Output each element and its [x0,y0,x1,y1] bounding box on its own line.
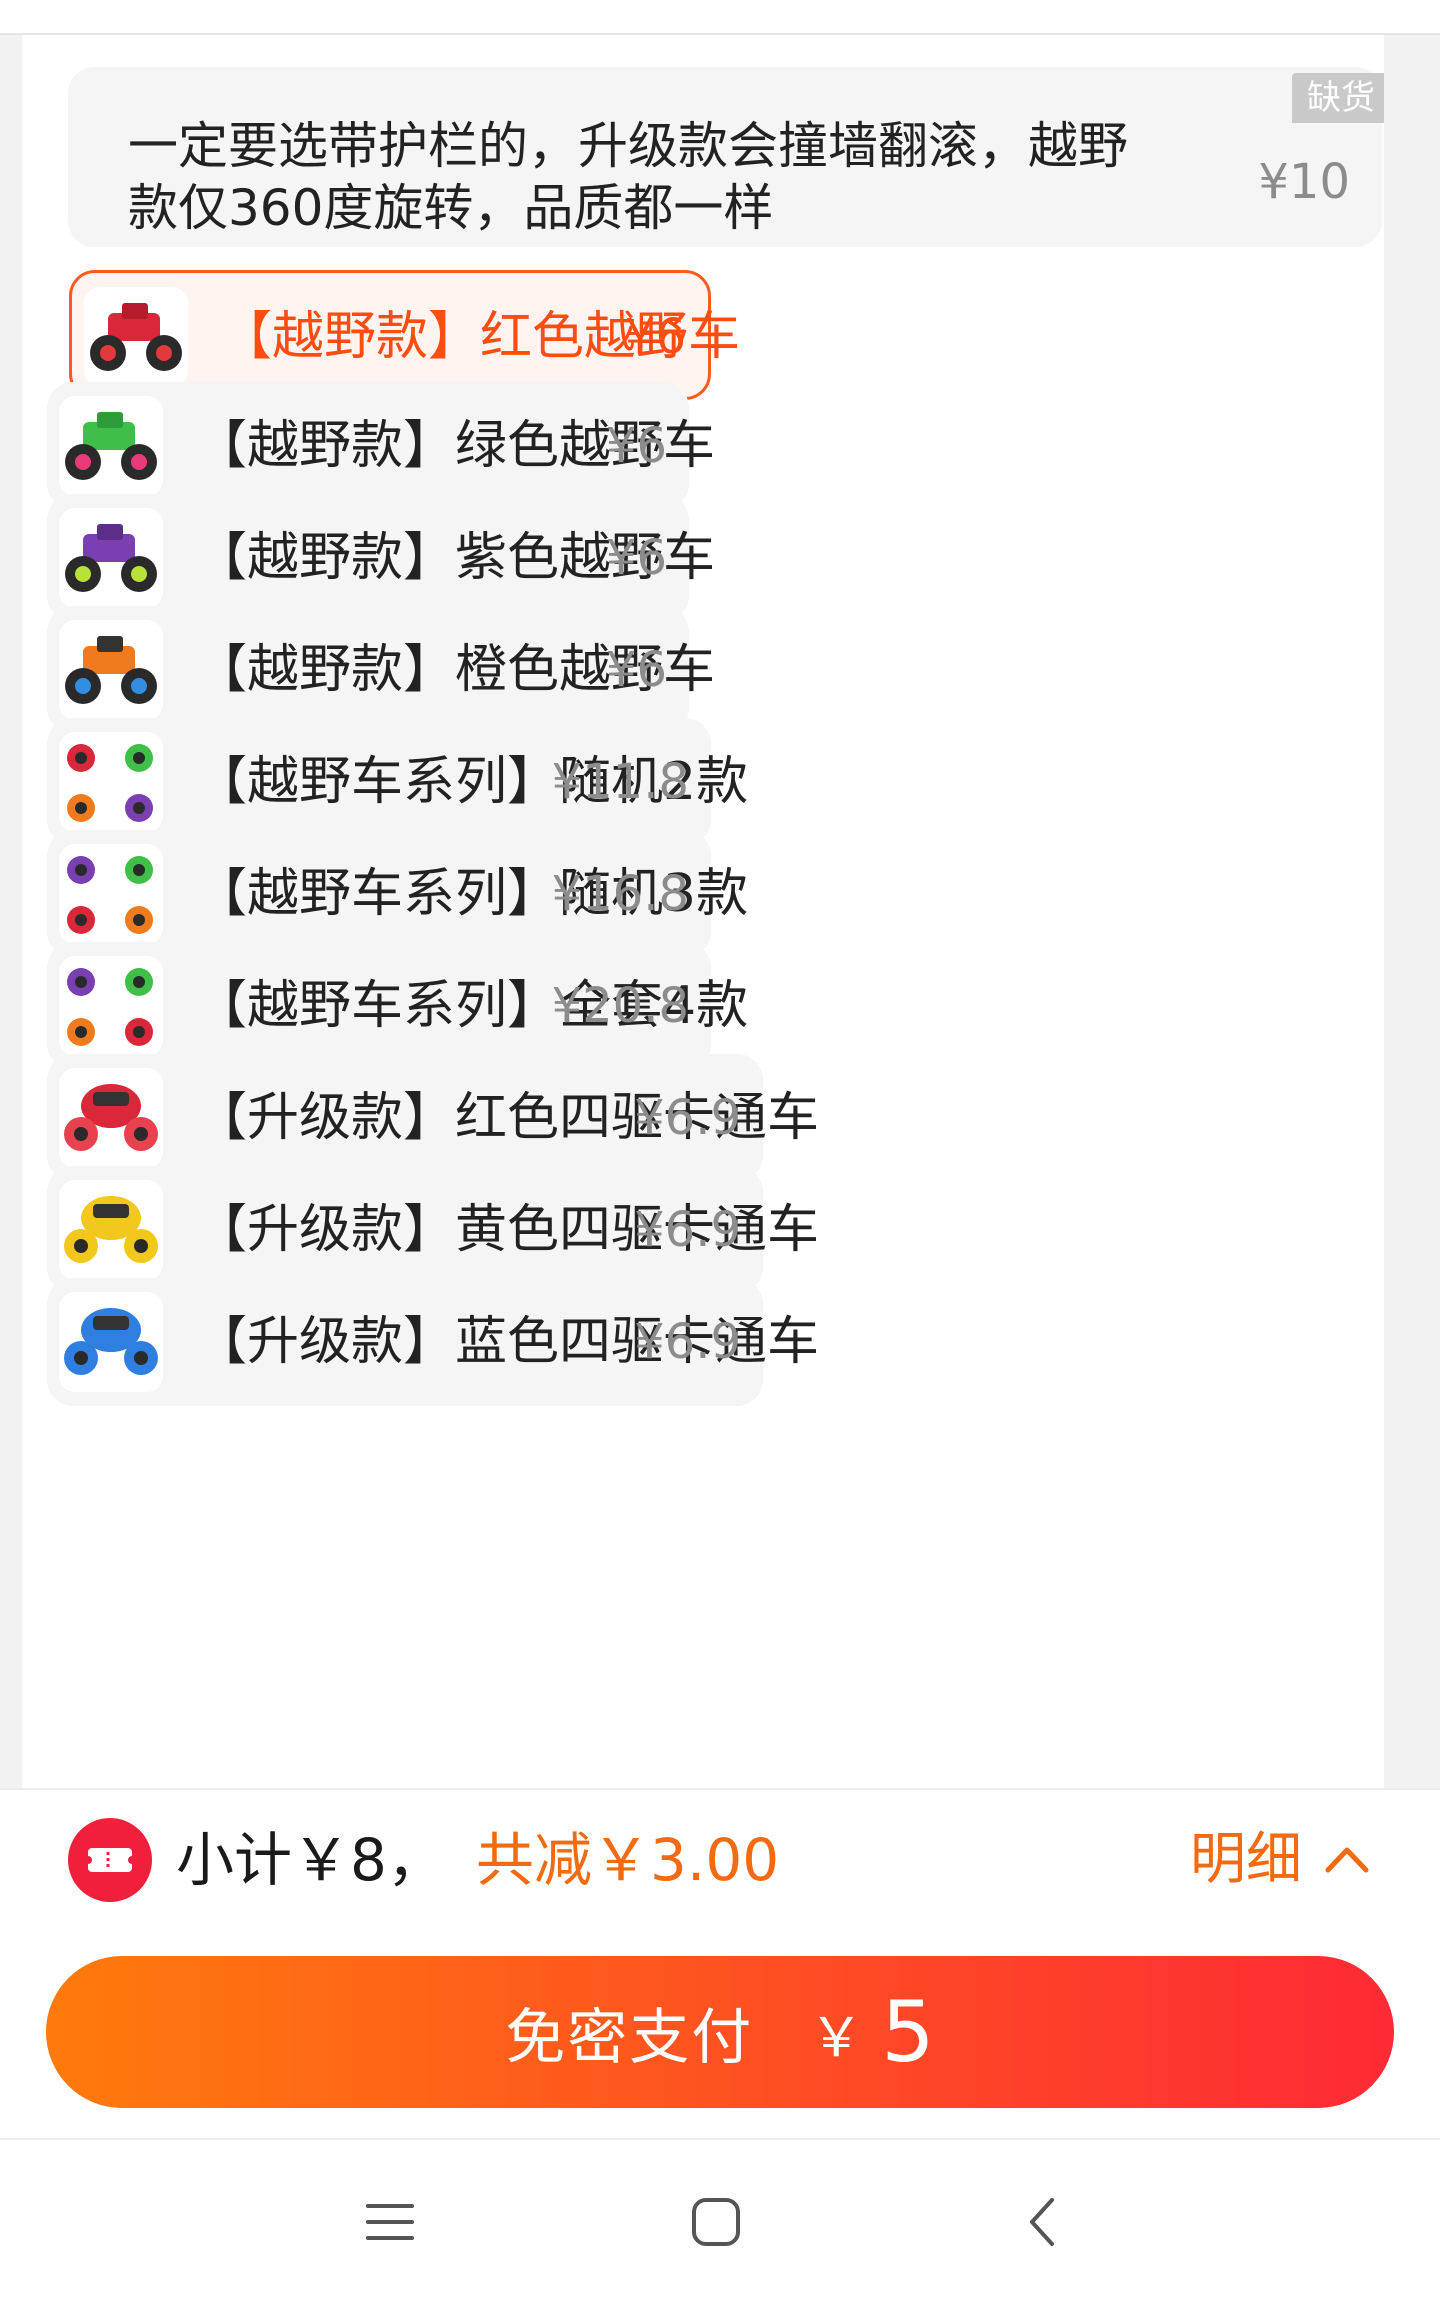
option-price: ¥20.8 [551,978,689,1034]
option-thumbnail [59,620,163,720]
option-item[interactable]: 【越野车系列】全套4款 ¥20.8 [47,942,748,1070]
subtotal-text: 小计￥8， [176,1826,445,1894]
sku-selector-sheet: 一定要选带护栏的，升级款会撞墙翻滚，越野款仅360度旋转，品质都一样 ¥10 缺… [0,0,1440,2307]
option-description: 一定要选带护栏的，升级款会撞墙翻滚，越野款仅360度旋转，品质都一样 [128,117,1128,237]
pay-currency-symbol: ￥ [809,2005,864,2069]
option-price: ¥6 [605,530,667,586]
option-thumbnail [59,732,163,832]
option-item[interactable]: 【升级款】黄色四驱卡通车 ¥6.9 [47,1166,819,1294]
option-thumbnail [59,1180,163,1280]
option-price: ¥10 [1258,154,1350,210]
pay-button-label: 免密支付 [505,2002,754,2073]
option-list[interactable]: 一定要选带护栏的，升级款会撞墙翻滚，越野款仅360度旋转，品质都一样 ¥10 缺… [22,35,1384,1790]
option-thumbnail [59,1292,163,1392]
orange-offroad-truck-icon [65,636,157,704]
option-item[interactable]: 【越野款】红色越野车 ¥6 [69,270,740,400]
out-of-stock-badge: 缺货 [1292,73,1384,123]
pay-button[interactable]: 免密支付 ￥ 5 [46,1956,1394,2108]
total-discount-text: 共减￥3.00 [476,1826,780,1894]
option-thumbnail [59,956,163,1056]
coupon-ticket-icon [68,1818,152,1902]
option-price: ¥6.9 [634,1090,741,1146]
panel-left-gutter [0,35,22,1790]
truck-set-full-4-icon [67,968,153,1046]
option-item[interactable]: 【越野款】绿色越野车 ¥6 [47,382,715,510]
option-item[interactable]: 【升级款】蓝色四驱卡通车 ¥6.9 [47,1278,819,1406]
yellow-cartoon-4wd-icon [64,1196,158,1263]
option-thumbnail [59,508,163,608]
panel-right-gutter [1384,35,1440,1790]
option-guardrail-note[interactable]: 一定要选带护栏的，升级款会撞墙翻滚，越野款仅360度旋转，品质都一样 ¥10 [68,67,1382,247]
option-price: ¥6 [605,418,667,474]
home-icon[interactable] [684,2190,748,2254]
option-price: ¥6 [605,642,667,698]
red-cartoon-4wd-icon [64,1084,158,1151]
option-thumbnail [84,287,188,387]
menu-icon[interactable] [358,2190,422,2254]
option-thumbnail [59,844,163,944]
pay-amount: 5 [881,1983,935,2081]
list-fade [22,1745,1384,1790]
truck-set-random-3-icon [67,856,153,934]
green-offroad-truck-icon [65,412,157,480]
chevron-up-icon[interactable] [1322,1838,1372,1878]
details-toggle[interactable]: 明细 [1190,1822,1302,1898]
back-icon[interactable] [1012,2190,1076,2254]
option-price: ¥6.9 [634,1202,741,1258]
option-item[interactable]: 【越野车系列】随机3款 ¥16.8 [47,830,748,958]
truck-set-random-2-icon [67,744,153,822]
option-item[interactable]: 【升级款】红色四驱卡通车 ¥6.9 [47,1054,819,1182]
red-offroad-truck-icon [90,303,182,371]
option-price: ¥6.9 [634,1314,741,1370]
option-thumbnail [59,1068,163,1168]
option-item[interactable]: 【越野车系列】随机2款 ¥11.8 [47,718,748,846]
blue-cartoon-4wd-icon [64,1308,158,1375]
option-price: ¥16.8 [551,866,689,922]
purple-offroad-truck-icon [65,524,157,592]
option-item[interactable]: 【越野款】橙色越野车 ¥6 [47,606,715,734]
option-price: ¥11.8 [551,754,689,810]
option-thumbnail [59,396,163,496]
option-item[interactable]: 【越野款】紫色越野车 ¥6 [47,494,715,622]
